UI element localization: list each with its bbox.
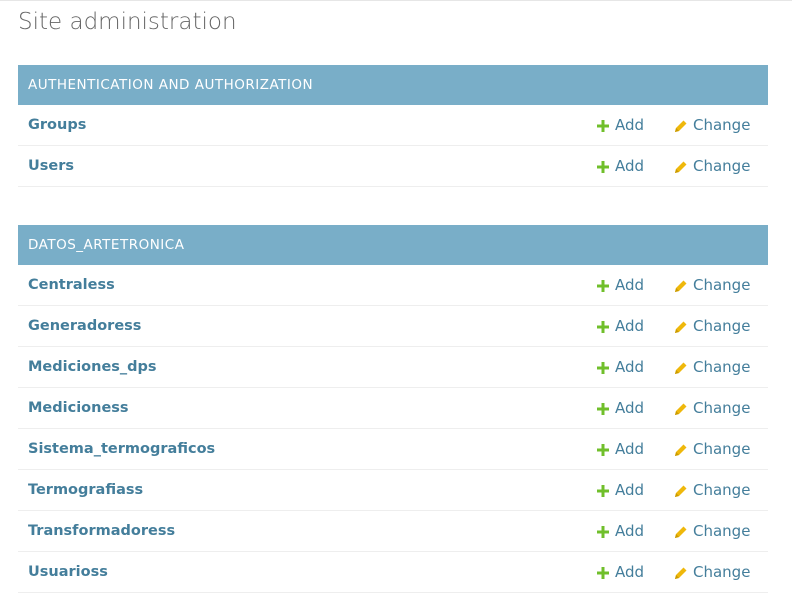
add-label: Add	[615, 399, 645, 417]
change-button[interactable]: Change	[674, 429, 750, 470]
add-button[interactable]: Add	[596, 347, 644, 388]
table-row: Sistema_termograficos Add Change	[18, 429, 768, 470]
plus-icon	[596, 119, 610, 133]
add-label: Add	[615, 276, 645, 294]
pencil-icon	[674, 402, 688, 416]
page-title: Site administration	[18, 9, 237, 35]
plus-icon	[596, 361, 610, 375]
add-label: Add	[615, 563, 645, 581]
pencil-icon	[674, 160, 688, 174]
model-link-centraless[interactable]: Centraless	[28, 265, 115, 306]
plus-icon	[596, 279, 610, 293]
change-label: Change	[693, 522, 751, 540]
plus-icon	[596, 484, 610, 498]
add-label: Add	[615, 522, 645, 540]
change-button[interactable]: Change	[674, 470, 750, 511]
change-button[interactable]: Change	[674, 306, 750, 347]
change-label: Change	[693, 481, 751, 499]
model-link-termografiass[interactable]: Termografiass	[28, 470, 143, 511]
add-button[interactable]: Add	[596, 429, 644, 470]
top-border	[0, 0, 792, 4]
change-button[interactable]: Change	[674, 511, 750, 552]
plus-icon	[596, 160, 610, 174]
add-button[interactable]: Add	[596, 146, 644, 187]
module-authentication: AUTHENTICATION AND AUTHORIZATION Groups …	[18, 65, 768, 187]
table-row: Mediciones_dps Add Change	[18, 347, 768, 388]
add-label: Add	[615, 317, 645, 335]
change-label: Change	[693, 440, 751, 458]
pencil-icon	[674, 443, 688, 457]
change-label: Change	[693, 399, 751, 417]
change-label: Change	[693, 317, 751, 335]
table-row: Usuarioss Add Change	[18, 552, 768, 593]
change-button[interactable]: Change	[674, 105, 750, 146]
table-row: Medicioness Add Change	[18, 388, 768, 429]
add-button[interactable]: Add	[596, 470, 644, 511]
pencil-icon	[674, 566, 688, 580]
model-link-groups[interactable]: Groups	[28, 105, 86, 146]
add-label: Add	[615, 116, 645, 134]
add-button[interactable]: Add	[596, 306, 644, 347]
model-link-mediciones-dps[interactable]: Mediciones_dps	[28, 347, 157, 388]
plus-icon	[596, 402, 610, 416]
pencil-icon	[674, 279, 688, 293]
table-row: Users Add Change	[18, 146, 768, 187]
change-label: Change	[693, 563, 751, 581]
module-caption: AUTHENTICATION AND AUTHORIZATION	[18, 65, 768, 105]
plus-icon	[596, 566, 610, 580]
change-button[interactable]: Change	[674, 347, 750, 388]
change-label: Change	[693, 116, 751, 134]
change-label: Change	[693, 157, 751, 175]
pencil-icon	[674, 525, 688, 539]
pencil-icon	[674, 320, 688, 334]
add-button[interactable]: Add	[596, 388, 644, 429]
add-label: Add	[615, 440, 645, 458]
model-link-sistema-termograficos[interactable]: Sistema_termograficos	[28, 429, 215, 470]
plus-icon	[596, 525, 610, 539]
add-button[interactable]: Add	[596, 265, 644, 306]
add-label: Add	[615, 157, 645, 175]
plus-icon	[596, 443, 610, 457]
model-link-transformadoress[interactable]: Transformadoress	[28, 511, 175, 552]
pencil-icon	[674, 119, 688, 133]
add-label: Add	[615, 358, 645, 376]
change-button[interactable]: Change	[674, 265, 750, 306]
change-label: Change	[693, 358, 751, 376]
table-row: Termografiass Add Change	[18, 470, 768, 511]
table-row: Generadoress Add Change	[18, 306, 768, 347]
pencil-icon	[674, 361, 688, 375]
add-button[interactable]: Add	[596, 105, 644, 146]
change-button[interactable]: Change	[674, 146, 750, 187]
change-button[interactable]: Change	[674, 388, 750, 429]
model-link-medicioness[interactable]: Medicioness	[28, 388, 129, 429]
add-label: Add	[615, 481, 645, 499]
table-row: Centraless Add Change	[18, 265, 768, 306]
model-link-generadoress[interactable]: Generadoress	[28, 306, 141, 347]
plus-icon	[596, 320, 610, 334]
add-button[interactable]: Add	[596, 511, 644, 552]
table-row: Groups Add Change	[18, 105, 768, 146]
module-datos-artetronica: DATOS_ARTETRONICA Centraless Add Change …	[18, 225, 768, 593]
model-link-usuarioss[interactable]: Usuarioss	[28, 552, 108, 593]
module-caption: DATOS_ARTETRONICA	[18, 225, 768, 265]
table-row: Transformadoress Add Change	[18, 511, 768, 552]
pencil-icon	[674, 484, 688, 498]
change-label: Change	[693, 276, 751, 294]
change-button[interactable]: Change	[674, 552, 750, 593]
add-button[interactable]: Add	[596, 552, 644, 593]
model-link-users[interactable]: Users	[28, 146, 74, 187]
